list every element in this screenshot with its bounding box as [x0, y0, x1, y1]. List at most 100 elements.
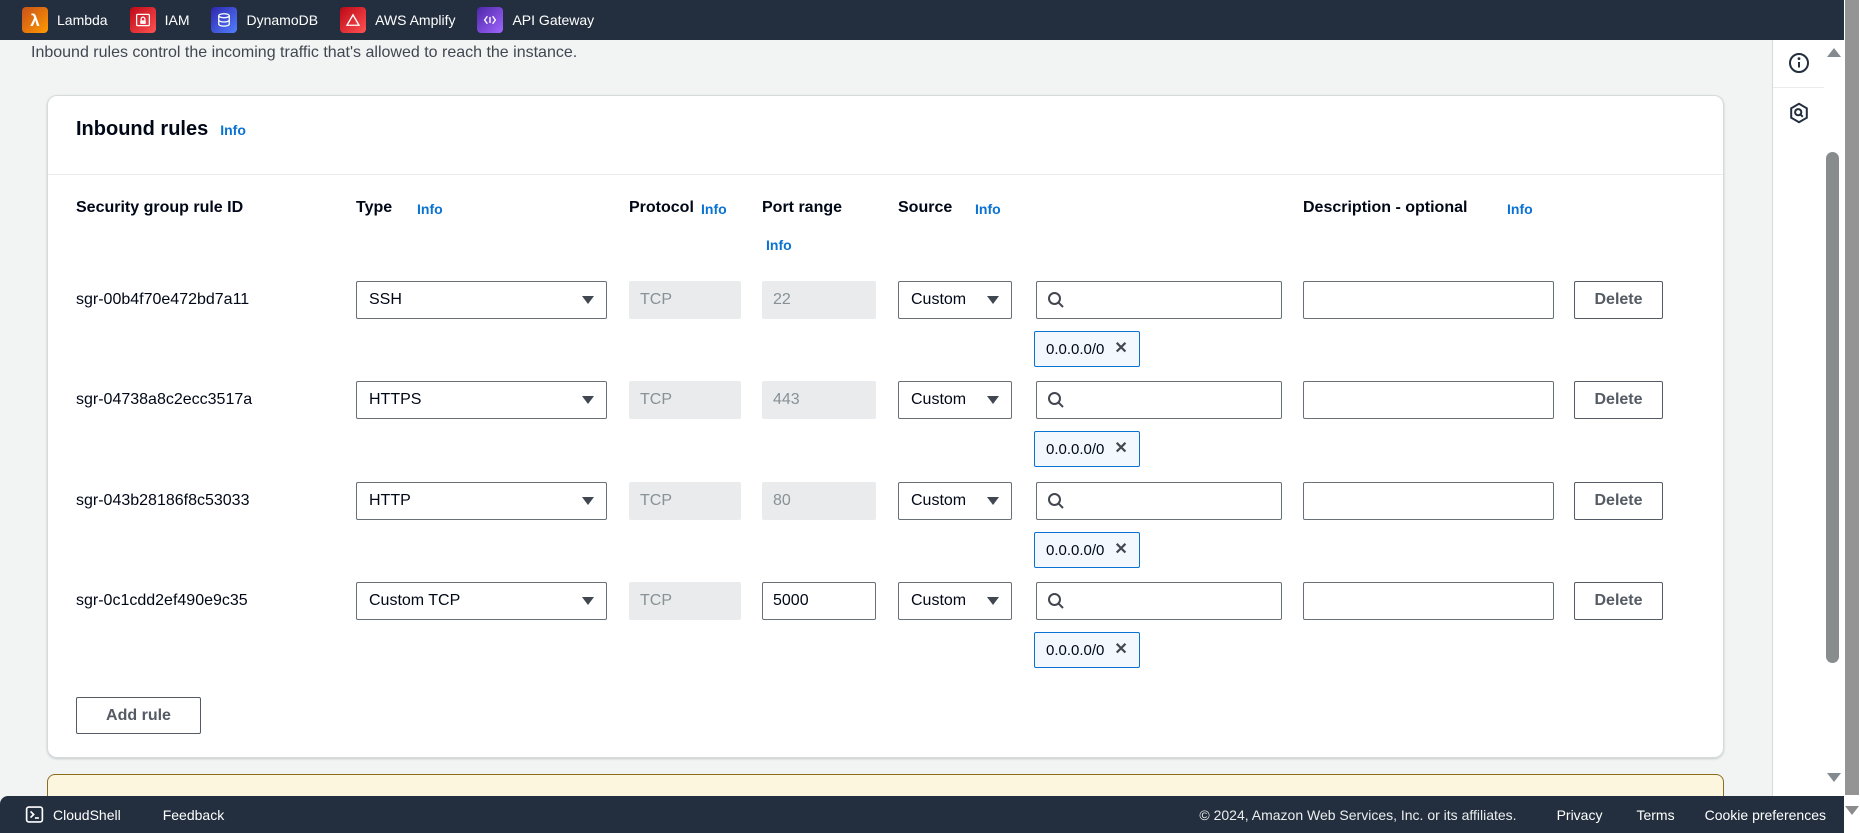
resource-explorer-button[interactable]: [1787, 101, 1811, 125]
source-cidr-chip: 0.0.0.0/0 ✕: [1034, 431, 1140, 467]
rule-id-value: sgr-04738a8c2ecc3517a: [76, 391, 253, 408]
aws-console-page: λ Lambda IAM DynamoDB AWS Amplify API Ga…: [0, 0, 1860, 833]
type-select[interactable]: HTTPS: [356, 381, 607, 419]
source-search-input[interactable]: [1036, 582, 1282, 620]
source-select[interactable]: Custom: [898, 582, 1012, 620]
chevron-down-icon: [987, 597, 999, 605]
delete-rule-button[interactable]: Delete: [1574, 281, 1663, 319]
type-select[interactable]: HTTP: [356, 482, 607, 520]
source-search-box: [1036, 281, 1282, 319]
add-rule-button[interactable]: Add rule: [76, 697, 201, 734]
window-scrollbar-thumb[interactable]: [1845, 0, 1859, 795]
cookie-preferences-link[interactable]: Cookie preferences: [1705, 807, 1826, 823]
description-input[interactable]: [1303, 281, 1554, 319]
type-select-value: HTTPS: [369, 391, 422, 408]
cloudshell-button[interactable]: CloudShell: [24, 804, 121, 825]
panel-title: Inbound rules: [76, 118, 209, 140]
source-cidr-chip: 0.0.0.0/0 ✕: [1034, 532, 1140, 568]
cloudshell-icon: [25, 806, 44, 823]
favorite-label: DynamoDB: [246, 12, 319, 28]
chevron-down-icon: [582, 497, 594, 505]
remove-source-icon[interactable]: ✕: [1114, 542, 1127, 558]
delete-rule-button[interactable]: Delete: [1574, 582, 1663, 620]
type-select[interactable]: Custom TCP: [356, 582, 607, 620]
scroll-down-arrow-icon[interactable]: [1827, 773, 1841, 782]
source-cidr-value: 0.0.0.0/0: [1046, 541, 1105, 559]
port-range-input: [762, 281, 876, 319]
api-gateway-icon: [477, 7, 504, 33]
description-input[interactable]: [1303, 482, 1554, 520]
source-select[interactable]: Custom: [898, 482, 1012, 520]
source-select[interactable]: Custom: [898, 381, 1012, 419]
description-info-link[interactable]: Info: [1507, 201, 1533, 217]
source-select-value: Custom: [911, 592, 967, 609]
port-range-input[interactable]: [762, 582, 876, 620]
window-scroll-down-icon[interactable]: [1845, 806, 1859, 815]
type-select[interactable]: SSH: [356, 281, 607, 319]
favorite-label: IAM: [164, 12, 190, 28]
chevron-down-icon: [582, 396, 594, 404]
source-search-input[interactable]: [1036, 381, 1282, 419]
source-search-box: [1036, 381, 1282, 419]
favorite-label: API Gateway: [512, 12, 595, 28]
protocol-info-link[interactable]: Info: [701, 201, 727, 217]
source-select[interactable]: Custom: [898, 281, 1012, 319]
panel-info-link[interactable]: Info: [220, 122, 246, 138]
console-footer: CloudShell Feedback © 2024, Amazon Web S…: [0, 796, 1844, 833]
source-select-value: Custom: [911, 492, 967, 509]
favorite-label: AWS Amplify: [375, 12, 456, 28]
favorite-lambda[interactable]: λ Lambda: [22, 7, 108, 33]
aws-amplify-icon: [340, 7, 367, 33]
scroll-up-arrow-icon[interactable]: [1827, 48, 1841, 57]
favorite-api-gateway[interactable]: API Gateway: [477, 7, 594, 33]
delete-rule-button[interactable]: Delete: [1574, 482, 1663, 520]
privacy-link[interactable]: Privacy: [1557, 807, 1603, 823]
source-search-input[interactable]: [1036, 482, 1282, 520]
panel-header: Inbound rules Info: [76, 118, 246, 141]
favorite-aws-amplify[interactable]: AWS Amplify: [340, 7, 455, 33]
header-description: Description - optional: [1303, 199, 1468, 216]
terms-link[interactable]: Terms: [1636, 807, 1674, 823]
protocol-input: [629, 281, 741, 319]
delete-rule-button[interactable]: Delete: [1574, 381, 1663, 419]
copyright-text: © 2024, Amazon Web Services, Inc. or its…: [1199, 806, 1517, 823]
remove-source-icon[interactable]: ✕: [1114, 341, 1127, 357]
port-range-input: [762, 482, 876, 520]
type-select-value: SSH: [369, 291, 402, 308]
chevron-down-icon: [987, 497, 999, 505]
description-input[interactable]: [1303, 381, 1554, 419]
source-search-input[interactable]: [1036, 281, 1282, 319]
protocol-input: [629, 482, 741, 520]
content-scrollbar-thumb[interactable]: [1826, 152, 1839, 663]
chevron-down-icon: [582, 296, 594, 304]
content-scrollbar[interactable]: [1824, 40, 1844, 796]
header-protocol: Protocol: [629, 199, 694, 216]
favorite-iam[interactable]: IAM: [129, 7, 190, 33]
feedback-link[interactable]: Feedback: [163, 807, 224, 823]
inbound-rules-panel: Inbound rules Info Security group rule I…: [47, 95, 1724, 758]
favorite-dynamodb[interactable]: DynamoDB: [211, 7, 318, 33]
dynamodb-icon: [211, 7, 238, 33]
source-cidr-value: 0.0.0.0/0: [1046, 340, 1105, 358]
iam-icon: [129, 7, 156, 33]
header-port-range: Port range: [762, 199, 843, 216]
source-search-box: [1036, 582, 1282, 620]
remove-source-icon[interactable]: ✕: [1114, 441, 1127, 457]
lambda-icon: λ: [22, 7, 48, 33]
cloudshell-label: CloudShell: [53, 806, 121, 823]
panel-divider: [48, 174, 1723, 175]
protocol-input: [629, 582, 741, 620]
source-info-link[interactable]: Info: [975, 201, 1001, 217]
description-input[interactable]: [1303, 582, 1554, 620]
source-search-box: [1036, 482, 1282, 520]
port-range-info-link[interactable]: Info: [766, 237, 792, 253]
inbound-rules-description-text: Inbound rules control the incoming traff…: [31, 44, 578, 61]
header-type: Type: [356, 199, 393, 216]
right-tool-strip: [1772, 40, 1824, 796]
window-scrollbar[interactable]: [1844, 0, 1860, 833]
footer-right: © 2024, Amazon Web Services, Inc. or its…: [1199, 807, 1826, 823]
header-source: Source: [898, 199, 953, 216]
type-info-link[interactable]: Info: [417, 201, 443, 217]
info-panel-button[interactable]: [1787, 51, 1811, 75]
remove-source-icon[interactable]: ✕: [1114, 642, 1127, 658]
